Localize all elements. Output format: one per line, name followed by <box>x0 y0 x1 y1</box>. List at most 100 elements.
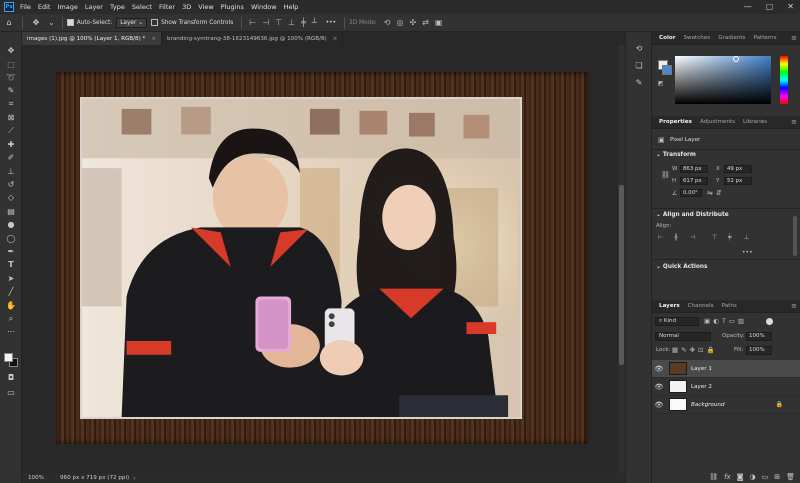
align-top-edges-icon[interactable]: ⊤ <box>712 234 719 241</box>
tab-branding[interactable]: branding-symtrang-38-1623149636.jpg @ 10… <box>162 32 344 45</box>
more-tools-icon[interactable]: ⋯ <box>0 325 22 338</box>
tab-adjustments[interactable]: Adjustments <box>696 119 739 125</box>
hue-slider[interactable] <box>780 56 788 104</box>
color-picker-field[interactable] <box>675 56 771 104</box>
maximize-button[interactable]: ▢ <box>766 2 774 11</box>
status-menu-arrow[interactable]: › <box>133 475 135 482</box>
color-picker-cursor[interactable] <box>733 56 739 62</box>
canvas-area[interactable] <box>22 45 625 473</box>
opacity-field[interactable]: 100% <box>746 332 772 341</box>
menu-select[interactable]: Select <box>132 3 152 11</box>
auto-select-checkbox[interactable] <box>66 19 74 26</box>
menu-plugins[interactable]: Plugins <box>221 3 244 11</box>
tab-color[interactable]: Color <box>655 35 679 41</box>
tab-images-1[interactable]: images (1).jpg @ 100% (Layer 1, RGB/8) *… <box>22 32 163 45</box>
quick-mask-icon[interactable]: ◘ <box>0 371 22 384</box>
brush-tool-icon[interactable]: ✐ <box>0 151 22 164</box>
3d-scale-icon[interactable]: ▣ <box>435 18 443 27</box>
menu-type[interactable]: Type <box>110 3 125 11</box>
zoom-tool-icon[interactable]: ⌕ <box>0 312 22 325</box>
document-canvas[interactable] <box>56 72 588 444</box>
3d-slide-icon[interactable]: ⇄ <box>422 18 429 27</box>
align-right-edges-icon[interactable]: ⊣ <box>690 234 697 241</box>
align-left-edges-icon[interactable]: ⊢ <box>658 234 665 241</box>
tab-gradients[interactable]: Gradients <box>714 35 749 41</box>
layer-row-layer-2[interactable]: 👁 Layer 2 <box>652 378 800 396</box>
blur-tool-icon[interactable]: ● <box>0 218 22 231</box>
visibility-eye-icon[interactable]: 👁 <box>652 365 666 373</box>
more-options-button[interactable]: ••• <box>326 20 336 26</box>
tab-libraries[interactable]: Libraries <box>739 119 771 125</box>
panel-menu-icon[interactable]: ≡ <box>791 302 797 310</box>
screen-mode-icon[interactable]: ▭ <box>0 386 22 399</box>
menu-window[interactable]: Window <box>251 3 277 11</box>
brush-settings-icon[interactable]: ✎ <box>626 75 652 89</box>
line-tool-icon[interactable]: ╱ <box>0 285 22 298</box>
tab-paths[interactable]: Paths <box>718 303 741 309</box>
3d-roll-icon[interactable]: ◎ <box>396 18 403 27</box>
zoom-level-field[interactable]: 100% <box>28 475 60 481</box>
trash-icon[interactable]: 🗑 <box>786 473 795 481</box>
quick-select-tool-icon[interactable]: ✎ <box>0 84 22 97</box>
menu-edit[interactable]: Edit <box>38 3 51 11</box>
height-field[interactable]: 617 px <box>680 177 708 185</box>
visibility-eye-icon[interactable]: 👁 <box>652 383 666 391</box>
dodge-tool-icon[interactable]: ◯ <box>0 231 22 244</box>
home-icon[interactable]: ⌂ <box>4 18 14 28</box>
panel-menu-icon[interactable]: ≡ <box>791 118 797 126</box>
flip-vertical-icon[interactable]: ⇵ <box>716 189 722 197</box>
align-middle-icon[interactable]: ╪ <box>301 18 306 27</box>
new-layer-icon[interactable]: ⊞ <box>774 473 780 481</box>
flip-horizontal-icon[interactable]: ⇋ <box>707 189 713 197</box>
canvas-vertical-scrollbar[interactable] <box>618 45 625 473</box>
filter-icons[interactable]: ▣◐T▭▨ <box>704 317 747 325</box>
link-icon[interactable]: ⛓ <box>709 473 718 481</box>
properties-panel-icon[interactable]: ❏ <box>626 58 652 72</box>
width-field[interactable]: 863 px <box>680 165 708 173</box>
pen-tool-icon[interactable]: ✒ <box>0 245 22 258</box>
move-tool-icon[interactable]: ✥ <box>31 18 41 28</box>
3d-pan-icon[interactable]: ✣ <box>409 18 416 27</box>
auto-select-target-dropdown[interactable]: Layer ⌄ <box>116 17 148 28</box>
align-vertical-centers-icon[interactable]: ╪ <box>728 234 735 241</box>
properties-scrollbar[interactable] <box>793 216 797 256</box>
type-tool-icon[interactable]: T <box>0 258 22 271</box>
adjustment-icon[interactable]: ◑ <box>750 473 756 481</box>
tab-properties[interactable]: Properties <box>655 119 696 125</box>
more-align-options-button[interactable]: ••• <box>742 249 753 256</box>
menu-layer[interactable]: Layer <box>85 3 103 11</box>
layer-name[interactable]: Layer 1 <box>691 366 712 372</box>
blend-mode-dropdown[interactable]: Normal <box>655 332 711 341</box>
layer-filter-dropdown[interactable]: ⌕ Kind <box>655 317 699 326</box>
layer-name[interactable]: Background <box>691 402 725 408</box>
menu-view[interactable]: View <box>198 3 213 11</box>
path-selection-tool-icon[interactable]: ➤ <box>0 272 22 285</box>
lasso-tool-icon[interactable]: ➰ <box>0 71 22 84</box>
fx-icon[interactable]: fx <box>724 473 731 481</box>
transform-section-header[interactable]: ⌄ Transform <box>652 152 800 158</box>
background-color-chip[interactable] <box>662 65 672 75</box>
healing-brush-tool-icon[interactable]: ✚ <box>0 138 22 151</box>
link-icon[interactable]: ⛓ <box>661 171 670 179</box>
history-panel-icon[interactable]: ⟲ <box>626 41 652 55</box>
panel-menu-icon[interactable]: ≡ <box>791 34 797 42</box>
align-right-icon[interactable]: ⊤ <box>275 18 282 27</box>
layer-name[interactable]: Layer 2 <box>691 384 712 390</box>
x-field[interactable]: 49 px <box>724 165 752 173</box>
scrollbar-thumb[interactable] <box>619 185 624 365</box>
minimize-button[interactable]: — <box>744 2 752 11</box>
marquee-tool-icon[interactable]: ⬚ <box>0 57 22 70</box>
close-icon[interactable]: × <box>151 36 156 42</box>
align-bottom-edges-icon[interactable]: ⊥ <box>744 234 751 241</box>
eraser-tool-icon[interactable]: ◇ <box>0 191 22 204</box>
tab-layers[interactable]: Layers <box>655 303 684 309</box>
lock-icons[interactable]: ▦✎✥⊡🔒 <box>672 346 718 354</box>
foreground-color-swatch[interactable] <box>4 353 13 362</box>
close-icon[interactable]: × <box>333 36 338 42</box>
crop-tool-icon[interactable]: ⌗ <box>0 98 22 111</box>
tab-patterns[interactable]: Patterns <box>749 35 780 41</box>
hand-tool-icon[interactable]: ✋ <box>0 298 22 311</box>
gradient-tool-icon[interactable]: ▤ <box>0 205 22 218</box>
quick-actions-section-header[interactable]: ⌄ Quick Actions <box>652 264 800 270</box>
layer-row-background[interactable]: 👁 Background 🔒 <box>652 396 800 414</box>
